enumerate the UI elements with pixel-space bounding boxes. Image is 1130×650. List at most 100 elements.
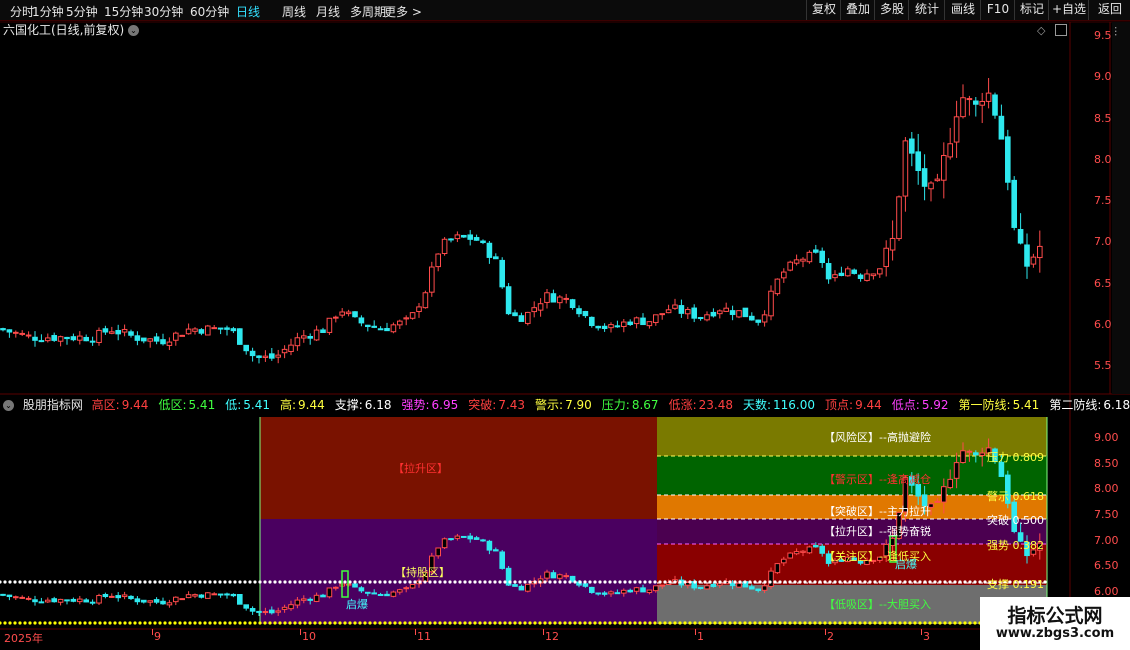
candle bbox=[51, 596, 58, 603]
candle bbox=[819, 247, 826, 268]
candle bbox=[947, 127, 954, 160]
defense-dot bbox=[928, 621, 932, 625]
defense-dot bbox=[408, 621, 412, 625]
defense-dot bbox=[18, 621, 22, 625]
toolbar-button[interactable]: 标记 bbox=[1014, 0, 1049, 20]
candle bbox=[198, 594, 205, 599]
support-dot bbox=[523, 580, 527, 584]
support-dot bbox=[188, 580, 192, 584]
candle bbox=[646, 321, 653, 329]
indicator-param: 天数: 116.00 bbox=[743, 398, 820, 412]
defense-dot bbox=[628, 621, 632, 625]
date-tick: 3 bbox=[923, 630, 930, 643]
period-tab[interactable]: 30分钟 bbox=[144, 3, 183, 20]
candle bbox=[486, 240, 493, 264]
defense-dot bbox=[533, 621, 537, 625]
candle bbox=[403, 315, 409, 326]
support-dot bbox=[0, 580, 2, 584]
support-dot bbox=[488, 580, 492, 584]
zone-label-right: 【风险区】--高抛避险 bbox=[824, 431, 931, 444]
indicator-param: 高区: 9.44 bbox=[92, 398, 154, 412]
support-dot bbox=[763, 580, 767, 584]
toolbar-button[interactable]: 多股 bbox=[874, 0, 909, 20]
toolbar-button[interactable]: F10 bbox=[980, 0, 1015, 20]
toolbar-button[interactable]: 画线 bbox=[944, 0, 981, 20]
date-tick-mark bbox=[825, 629, 826, 635]
toolbar-button[interactable]: +自选 bbox=[1048, 0, 1089, 20]
candle bbox=[38, 334, 45, 343]
defense-dot bbox=[343, 621, 347, 625]
period-tab[interactable]: 60分钟 bbox=[190, 3, 229, 20]
candle bbox=[729, 580, 736, 590]
date-tick-mark bbox=[543, 629, 544, 635]
candle bbox=[614, 589, 621, 595]
defense-dot bbox=[768, 621, 772, 625]
candle bbox=[563, 293, 570, 304]
period-tab[interactable]: 1分钟 bbox=[32, 3, 64, 20]
candle bbox=[160, 333, 166, 346]
period-tab[interactable]: 更多 > bbox=[384, 3, 422, 20]
defense-dot bbox=[788, 621, 792, 625]
param-value: 9.44 bbox=[855, 398, 882, 412]
candle bbox=[249, 606, 256, 615]
chevron-down-icon[interactable]: ⌄ bbox=[128, 25, 140, 36]
param-value: 5.41 bbox=[1012, 398, 1040, 412]
chevron-down-icon[interactable]: ⌄ bbox=[3, 400, 14, 411]
candle bbox=[32, 595, 38, 606]
candle bbox=[781, 268, 787, 283]
defense-dot bbox=[968, 621, 972, 625]
support-dot bbox=[83, 580, 87, 584]
window-icon[interactable] bbox=[1055, 24, 1067, 36]
defense-dot bbox=[93, 621, 97, 625]
defense-dot bbox=[638, 621, 642, 625]
period-tab[interactable]: 月线 bbox=[316, 3, 340, 20]
toolbar-button[interactable]: 返回 bbox=[1088, 0, 1130, 20]
period-tab[interactable]: 日线 bbox=[236, 3, 260, 20]
support-dot bbox=[508, 580, 512, 584]
defense-dot bbox=[68, 621, 72, 625]
toolbar-button[interactable]: 叠加 bbox=[840, 0, 875, 20]
watermark-url: www.zbgs3.com bbox=[995, 626, 1115, 641]
param-value: 7.43 bbox=[498, 398, 526, 412]
defense-dot bbox=[118, 621, 122, 625]
defense-dot bbox=[233, 621, 237, 625]
support-dot bbox=[838, 580, 842, 584]
period-tab[interactable]: 分时 bbox=[10, 3, 34, 20]
indicator-param: 压力: 8.67 bbox=[602, 398, 664, 412]
candle bbox=[915, 133, 922, 185]
diamond-icon[interactable]: ◇ bbox=[1037, 24, 1045, 37]
candle bbox=[665, 304, 672, 314]
support-dot bbox=[928, 580, 932, 584]
candle bbox=[275, 607, 281, 616]
candle bbox=[19, 595, 25, 599]
date-tick-mark bbox=[300, 629, 301, 635]
candle bbox=[64, 599, 70, 605]
defense-dot bbox=[578, 621, 582, 625]
defense-dot bbox=[133, 621, 137, 625]
defense-dot bbox=[613, 621, 617, 625]
period-tab[interactable]: 周线 bbox=[282, 3, 306, 20]
period-tab[interactable]: 15分钟 bbox=[104, 3, 143, 20]
support-dot bbox=[33, 580, 37, 584]
defense-dot bbox=[483, 621, 487, 625]
candle bbox=[230, 326, 237, 334]
toolbar-button[interactable]: 复权 bbox=[806, 0, 841, 20]
date-tick-mark bbox=[152, 629, 153, 635]
period-tab[interactable]: 多周期 bbox=[350, 3, 386, 20]
defense-dot bbox=[553, 621, 557, 625]
support-dot bbox=[908, 580, 912, 584]
candle bbox=[569, 575, 576, 583]
candle bbox=[672, 298, 678, 310]
defense-dot bbox=[748, 621, 752, 625]
candle bbox=[115, 592, 122, 602]
support-dot bbox=[428, 580, 432, 584]
toolbar-button[interactable]: 统计 bbox=[908, 0, 945, 20]
candle bbox=[96, 327, 102, 346]
period-tab[interactable]: 5分钟 bbox=[66, 3, 98, 20]
candle bbox=[973, 450, 979, 463]
indicator-param: 低: 5.41 bbox=[225, 398, 275, 412]
candle bbox=[89, 599, 96, 606]
defense-dot bbox=[973, 621, 977, 625]
side-panel-strip[interactable]: ... bbox=[1112, 22, 1130, 394]
defense-dot bbox=[208, 621, 212, 625]
